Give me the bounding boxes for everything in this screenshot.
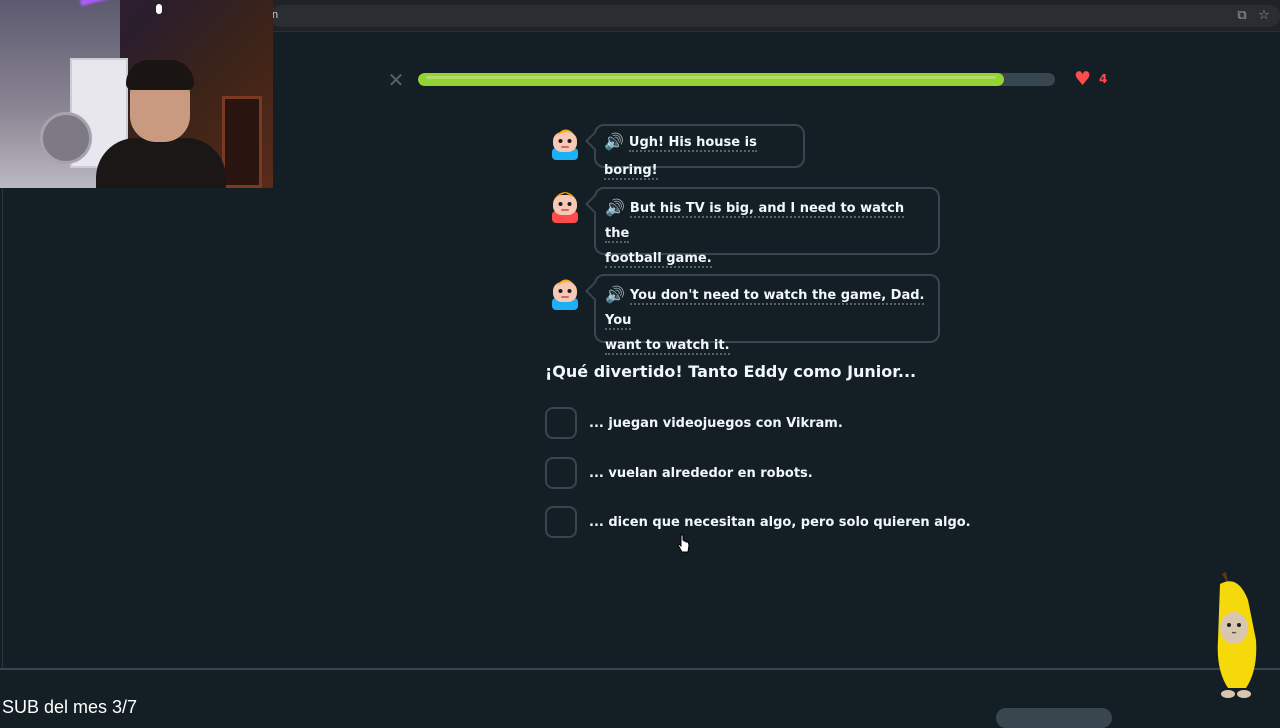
option-label: ... vuelan alrededor en robots. <box>589 465 813 481</box>
chat-message-text-line1[interactable]: You don't need to watch the game, Dad. Y… <box>605 288 925 330</box>
page-divider <box>2 188 3 668</box>
heart-icon: ♥ <box>1074 68 1092 90</box>
speaker-icon[interactable]: 🔊 <box>604 132 624 151</box>
option-label: ... juegan videojuegos con Vikram. <box>589 415 843 431</box>
speaker-icon[interactable]: 🔊 <box>605 198 625 217</box>
lesson-progress-bar <box>418 73 1055 86</box>
chat-bubble: 🔊 You don't need to watch the game, Dad. … <box>594 274 940 355</box>
chat-message-text-line2[interactable]: football game. <box>605 251 712 268</box>
option-label: ... dicen que necesitan algo, pero solo … <box>589 514 971 530</box>
extension-icon[interactable]: ⧉ <box>1234 8 1250 24</box>
banana-cat-icon <box>1217 572 1257 698</box>
option-checkbox[interactable] <box>545 457 577 489</box>
close-icon: ✕ <box>387 68 405 92</box>
footer-divider <box>0 668 1280 670</box>
chat-bubble: 🔊 But his TV is big, and I need to watch … <box>594 187 940 268</box>
address-bar[interactable] <box>270 5 1280 27</box>
chat-bubble: 🔊 Ugh! His house is boring! <box>594 124 805 180</box>
webcam-person-hair <box>126 60 194 90</box>
webcam-overlay <box>0 0 273 188</box>
hearts-counter[interactable]: ♥ 4 <box>1074 68 1107 90</box>
webcam-lamp <box>156 4 162 14</box>
bookmark-star-icon[interactable]: ☆ <box>1256 8 1272 24</box>
webcam-door <box>222 96 262 188</box>
answer-option-1[interactable]: ... juegan videojuegos con Vikram. <box>545 407 843 439</box>
option-checkbox[interactable] <box>545 407 577 439</box>
hearts-count: 4 <box>1099 72 1108 86</box>
mouse-cursor-icon <box>677 534 690 553</box>
check-button[interactable] <box>996 708 1112 728</box>
chat-message-text-line2[interactable]: want to watch it. <box>605 338 730 355</box>
question-prompt: ¡Qué divertido! Tanto Eddy como Junior..… <box>545 362 917 381</box>
lesson-progress-fill <box>418 73 1005 86</box>
sub-of-month-overlay: SUB del mes 3/7 <box>2 697 138 717</box>
webcam-person-body <box>96 138 226 188</box>
speaker-icon[interactable]: 🔊 <box>605 285 625 304</box>
eddy-avatar-icon <box>552 129 578 160</box>
close-lesson-button[interactable]: ✕ <box>386 70 406 90</box>
answer-option-2[interactable]: ... vuelan alrededor en robots. <box>545 457 813 489</box>
answer-option-3[interactable]: ... dicen que necesitan algo, pero solo … <box>545 506 971 538</box>
eddy-avatar-icon <box>552 279 578 310</box>
junior-avatar-icon <box>552 192 578 223</box>
chat-message-text-line1[interactable]: But his TV is big, and I need to watch t… <box>605 201 905 243</box>
webcam-fan <box>40 112 92 164</box>
option-checkbox[interactable] <box>545 506 577 538</box>
chat-message-text[interactable]: Ugh! His house is boring! <box>604 135 757 180</box>
